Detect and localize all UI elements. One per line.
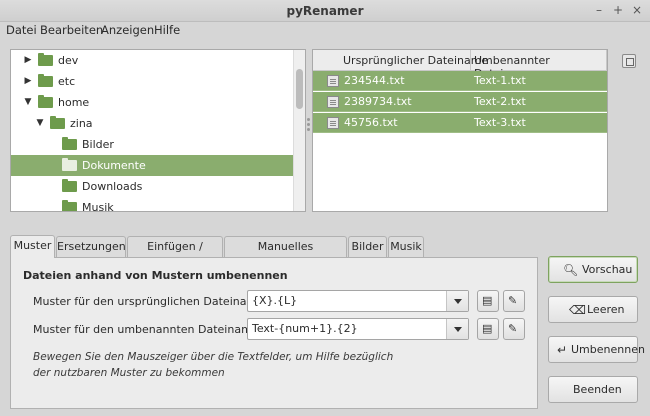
close-icon[interactable]: × [630,3,644,17]
chevron-down-icon[interactable] [446,291,468,311]
file-original-name: 45756.txt [344,116,398,129]
title-bar: pyRenamer – + × [0,0,650,22]
toggle-panel-icon[interactable] [622,54,636,68]
tree-item-etc[interactable]: ▶ etc [11,71,295,92]
file-renamed-name: Text-2.txt [474,95,526,108]
broom-icon: ✎ [508,294,518,307]
tree-item-bilder[interactable]: Bilder [11,134,295,155]
renamed-pattern-label: Muster für den umbenannten Dateinamen [33,323,266,336]
rename-button[interactable]: ↵ Umbenennen [548,336,645,363]
folder-icon [38,95,53,108]
tree-scrollbar-thumb[interactable] [296,69,303,109]
clear-button[interactable]: ⌫ Leeren [548,296,638,323]
folder-icon [62,137,77,150]
column-separator[interactable] [470,50,471,71]
preview-button[interactable]: 🔍︎ Vorschau [548,256,638,283]
menu-bearbeiten[interactable]: Bearbeiten [40,23,103,37]
tree-item-label: Musik [82,201,114,212]
broom-icon: ✎ [508,322,518,335]
file-row[interactable]: 2389734.txt Text-2.txt [313,92,607,112]
folder-icon [38,74,53,87]
tab-einfuegen-loeschen[interactable]: Einfügen / Löschen [127,236,223,272]
menu-datei[interactable]: Datei [6,23,37,37]
clear-pattern-button[interactable]: ✎ [503,290,525,312]
expander-expanded-icon[interactable]: ▼ [35,118,45,128]
menu-hilfe[interactable]: Hilfe [154,23,180,37]
original-pattern-label: Muster für den ursprünglichen Dateinamen [33,295,271,308]
tab-manuelles-umbenennen[interactable]: Manuelles Umbenennen [224,236,347,272]
insert-pattern-button[interactable]: ▤ [477,318,499,340]
original-pattern-input[interactable]: {X}.{L} [252,294,297,307]
folder-tree[interactable]: ▶ dev ▶ etc ▼ home ▼ zina Bilder Dokumen… [10,49,306,212]
tree-item-label: Bilder [82,138,114,151]
preview-button-label: Vorschau [582,263,633,276]
file-renamed-name: Text-1.txt [474,74,526,87]
folder-icon [50,116,65,129]
window-title: pyRenamer [286,4,364,18]
file-list[interactable]: Ursprünglicher Dateiname Umbenannter Dat… [312,49,608,212]
tree-item-zina[interactable]: ▼ zina [11,113,295,134]
folder-icon [38,53,53,66]
tree-item-musik[interactable]: Musik [11,197,295,212]
chevron-down-icon[interactable] [446,319,468,339]
text-file-icon [327,117,339,129]
tree-item-dokumente[interactable]: Dokumente [11,155,295,176]
clear-pattern-button[interactable]: ✎ [503,318,525,340]
expander-expanded-icon[interactable]: ▼ [23,97,33,107]
pattern-hint: Bewegen Sie den Mauszeiger über die Text… [33,351,394,379]
tab-muster[interactable]: Muster [10,235,55,258]
search-icon: 🔍︎ [563,263,579,277]
insert-pattern-button[interactable]: ▤ [477,290,499,312]
clear-button-label: Leeren [587,303,625,316]
tree-item-label: zina [70,117,93,130]
column-header-original[interactable]: Ursprünglicher Dateiname [343,54,488,67]
column-separator [606,50,607,71]
file-renamed-name: Text-3.txt [474,116,526,129]
tree-item-label: etc [58,75,76,88]
tree-item-home[interactable]: ▼ home [11,92,295,113]
tree-item-label: dev [58,54,79,67]
list-insert-icon: ▤ [482,294,493,307]
tab-ersetzungen[interactable]: Ersetzungen [56,236,126,257]
quit-button[interactable]: Beenden [548,376,638,403]
minimize-icon[interactable]: – [592,3,606,17]
renamed-pattern-combo[interactable]: Text-{num+1}.{2} [247,318,469,340]
section-title: Dateien anhand von Mustern umbenennen [23,269,288,282]
file-row[interactable]: 45756.txt Text-3.txt [313,113,607,133]
original-pattern-combo[interactable]: {X}.{L} [247,290,469,312]
tree-item-dev[interactable]: ▶ dev [11,50,295,71]
pattern-panel: Dateien anhand von Mustern umbenennen Mu… [10,257,538,409]
expander-collapsed-icon[interactable]: ▶ [23,55,33,65]
file-list-header: Ursprünglicher Dateiname Umbenannter Dat… [313,50,607,80]
maximize-icon[interactable]: + [611,3,625,17]
list-insert-icon: ▤ [482,322,493,335]
file-original-name: 2389734.txt [344,95,412,108]
tab-bilder[interactable]: Bilder [348,236,387,257]
tree-item-label: home [58,96,90,109]
folder-icon [62,200,77,211]
menu-bar: Datei Bearbeiten Anzeigen Hilfe [0,22,650,40]
menu-anzeigen[interactable]: Anzeigen [101,23,154,37]
expander-collapsed-icon[interactable]: ▶ [23,76,33,86]
file-row[interactable]: 234544.txt Text-1.txt [313,71,607,91]
file-original-name: 234544.txt [344,74,405,87]
folder-icon [62,179,77,192]
backspace-icon: ⌫ [569,303,586,317]
quit-button-label: Beenden [573,383,622,396]
folder-icon [62,158,77,171]
rename-button-label: Umbenennen [571,343,645,356]
tree-item-label: Downloads [82,180,143,193]
pane-resize-handle[interactable] [307,118,311,132]
renamed-pattern-input[interactable]: Text-{num+1}.{2} [252,322,358,335]
text-file-icon [327,75,339,87]
tree-scrollbar[interactable] [293,50,305,211]
tab-musik[interactable]: Musik [388,236,424,257]
tree-item-label: Dokumente [82,159,146,172]
tree-item-downloads[interactable]: Downloads [11,176,295,197]
text-file-icon [327,96,339,108]
enter-icon: ↵ [557,343,568,357]
